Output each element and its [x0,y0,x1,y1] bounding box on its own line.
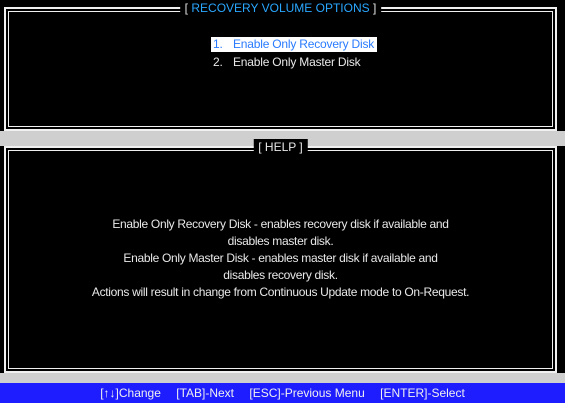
recovery-options-menu: 1. Enable Only Recovery Disk 2. Enable Onl… [211,35,378,71]
previous-menu-key-hint: [ESC]-Previous Menu [249,386,365,400]
help-text-block: Enable Only Recovery Disk - enables reco… [6,216,555,301]
menu-item-number: 2. [213,55,223,69]
menu-item-1-selected[interactable]: 1. Enable Only Recovery Disk [211,37,378,52]
help-line: disables recovery disk. [223,268,338,282]
next-key-hint: [TAB]-Next [176,386,235,400]
recovery-panel-title-text: RECOVERY VOLUME OPTIONS [191,1,370,15]
menu-item-number: 1. [213,37,223,51]
recovery-panel-title: [ RECOVERY VOLUME OPTIONS ] [179,0,382,16]
change-key-hint: [↑↓]Change [100,386,161,400]
title-bracket-open: [ [184,1,189,15]
recovery-volume-options-panel: [ RECOVERY VOLUME OPTIONS ] 1. Enable Onl… [4,0,557,131]
menu-item-enable-only-recovery-disk[interactable]: 1. Enable Only Recovery Disk [211,35,378,53]
help-line: Enable Only Recovery Disk - enables reco… [112,217,449,231]
help-panel: [ HELP ] Enable Only Recovery Disk - ena… [4,139,557,373]
menu-item-enable-only-master-disk[interactable]: 2. Enable Only Master Disk [211,53,377,71]
key-hint-status-bar: [↑↓]Change [TAB]-Next [ESC]-Previous Men… [0,383,565,403]
help-line: Actions will result in change from Conti… [91,285,470,299]
menu-item-label: Enable Only Master Disk [233,55,361,69]
help-line: Enable Only Master Disk - enables master… [123,251,438,265]
help-panel-title-text: [ HELP ] [258,140,303,154]
help-panel-title: [ HELP ] [253,139,308,155]
select-key-hint: [ENTER]-Select [380,386,465,400]
menu-item-label: Enable Only Recovery Disk [233,37,375,51]
help-line: disables master disk. [227,234,334,248]
panel-separator-bottom [0,373,565,383]
title-bracket-close: ] [372,1,377,15]
menu-item-2[interactable]: 2. Enable Only Master Disk [211,55,363,69]
